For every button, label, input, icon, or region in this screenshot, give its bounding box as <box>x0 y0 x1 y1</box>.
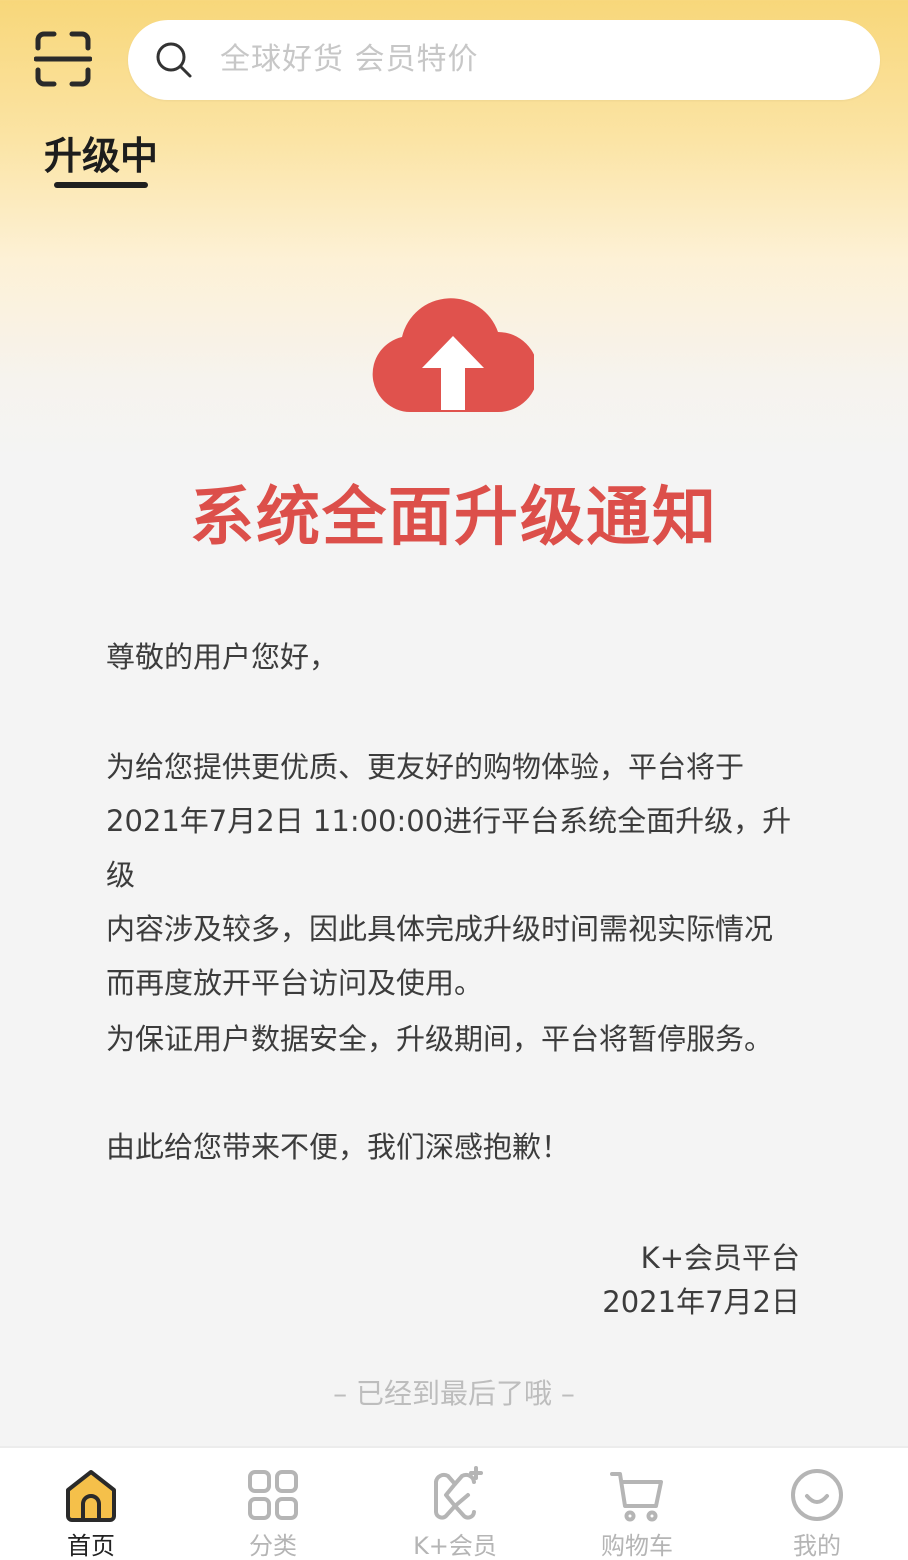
scan-icon[interactable] <box>34 30 92 88</box>
nav-item-category[interactable]: 分类 <box>182 1448 364 1560</box>
nav-label-cart: 购物车 <box>601 1532 673 1560</box>
home-icon <box>66 1470 116 1522</box>
smile-icon <box>791 1469 843 1521</box>
nav-item-cart[interactable]: 购物车 <box>546 1448 728 1560</box>
tab-active-indicator <box>54 182 148 188</box>
notice-body-line: 而再度放开平台访问及使用。 <box>106 966 484 1000</box>
notice-safety: 为保证用户数据安全，升级期间，平台将暂停服务。 <box>106 1022 774 1056</box>
search-placeholder: 全球好货 会员特价 <box>220 42 479 77</box>
nav-label-mine: 我的 <box>793 1532 841 1560</box>
cloud-upload-icon <box>372 298 534 412</box>
notice-greeting: 尊敬的用户您好， <box>106 640 339 674</box>
signature-name: K+会员平台 <box>640 1241 800 1275</box>
nav-item-mine[interactable]: 我的 <box>726 1448 908 1560</box>
k-plus-icon <box>434 1466 483 1520</box>
search-bar[interactable]: 全球好货 会员特价 <box>128 20 880 100</box>
signature-date: 2021年7月2日 <box>602 1285 800 1319</box>
end-of-list-text: – 已经到最后了哦 – <box>333 1377 575 1410</box>
notice-body-line: 内容涉及较多，因此具体完成升级时间需视实际情况 <box>106 912 774 946</box>
notice-apology: 由此给您带来不便，我们深感抱歉！ <box>106 1130 571 1164</box>
nav-item-home[interactable]: 首页 <box>0 1448 182 1560</box>
grid-icon <box>248 1470 298 1520</box>
nav-label-k-plus: K+会员 <box>413 1532 497 1560</box>
nav-item-k-plus[interactable]: K+会员 <box>364 1448 546 1560</box>
notice-signature: K+会员平台 2021年7月2日 <box>602 1236 800 1324</box>
nav-label-home: 首页 <box>67 1532 115 1560</box>
search-icon <box>156 42 192 78</box>
notice-body-line: 2021年7月2日 11:00:00进行平台系统全面升级，升级 <box>106 804 792 892</box>
notice-body-line: 为给您提供更优质、更友好的购物体验，平台将于 <box>106 750 745 784</box>
nav-label-category: 分类 <box>249 1532 297 1560</box>
bottom-nav: 首页 分类 K+会员 购物车 我的 <box>0 1446 908 1560</box>
notice-body: 为给您提供更优质、更友好的购物体验，平台将于 2021年7月2日 11:00:0… <box>106 740 806 1010</box>
notice-title: 系统全面升级通知 <box>190 481 718 555</box>
cart-icon <box>610 1472 663 1522</box>
tab-upgrading[interactable]: 升级中 <box>44 130 158 182</box>
